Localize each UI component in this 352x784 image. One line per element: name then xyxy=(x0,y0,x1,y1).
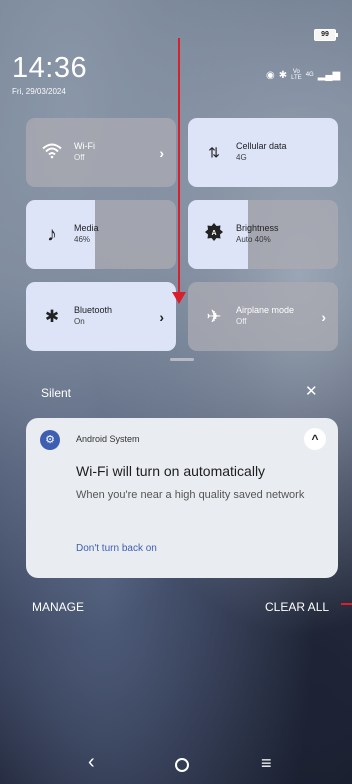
chevron-right-icon[interactable]: › xyxy=(321,309,326,325)
tile-cellular-label: Cellular data xyxy=(236,141,287,151)
tile-wifi-status: Off xyxy=(74,153,85,162)
home-button[interactable] xyxy=(175,758,189,772)
annotation-mark xyxy=(341,603,352,605)
tile-media-volume[interactable]: ♪ Media 46% xyxy=(26,200,176,269)
tile-cellular-status: 4G xyxy=(236,153,247,162)
tile-airplane-status: Off xyxy=(236,317,247,326)
chevron-up-icon: ^ xyxy=(311,432,319,446)
notification-body: When you're near a high quality saved ne… xyxy=(76,489,305,501)
volte-icon: Vo LTE xyxy=(291,69,302,81)
brightness-icon: A xyxy=(202,222,226,247)
wifi-icon xyxy=(40,141,64,164)
tile-airplane-label: Airplane mode xyxy=(236,305,295,315)
tile-bluetooth-status: On xyxy=(74,317,85,326)
tile-media-level: 46% xyxy=(74,235,91,244)
airplane-icon: ✈ xyxy=(206,306,222,326)
annotation-arrowhead xyxy=(172,292,186,304)
drag-handle[interactable] xyxy=(170,358,194,361)
nfc-icon: ◉ xyxy=(266,69,275,81)
tile-wifi-label: Wi-Fi xyxy=(74,141,95,151)
close-icon[interactable]: ✕ xyxy=(305,382,318,400)
chevron-right-icon[interactable]: › xyxy=(159,145,164,161)
notification-title: Wi-Fi will turn on automatically xyxy=(76,463,266,479)
dont-turn-back-on-button[interactable]: Don't turn back on xyxy=(76,543,157,554)
recents-button[interactable]: ≡ xyxy=(261,753,272,774)
battery-indicator: 99 xyxy=(314,29,338,41)
section-title-silent: Silent xyxy=(41,386,72,400)
collapse-button[interactable]: ^ xyxy=(304,428,326,450)
bluetooth-icon: ✱ xyxy=(278,69,288,81)
clock-time: 14:36 xyxy=(12,52,88,84)
4g-icon: 4G xyxy=(305,72,314,78)
tile-brightness[interactable]: A Brightness Auto 40% xyxy=(188,200,338,269)
tile-bluetooth[interactable]: ✱ Bluetooth On › xyxy=(26,282,176,351)
tile-brightness-label: Brightness xyxy=(236,223,279,233)
notification-card[interactable]: ⚙ Android System ^ Wi-Fi will turn on au… xyxy=(26,418,338,578)
tile-bluetooth-label: Bluetooth xyxy=(74,305,113,315)
manage-button[interactable]: MANAGE xyxy=(32,600,84,614)
clear-all-button[interactable]: CLEAR ALL xyxy=(265,600,329,614)
tile-cellular-data[interactable]: ⇅ Cellular data 4G xyxy=(188,118,338,187)
bluetooth-icon: ✱ xyxy=(44,306,60,326)
chevron-right-icon[interactable]: › xyxy=(159,309,164,325)
notification-app-name: Android System xyxy=(76,434,140,444)
tile-airplane-mode[interactable]: ✈ Airplane mode Off › xyxy=(188,282,338,351)
back-button[interactable]: ‹ xyxy=(88,751,95,774)
android-system-icon: ⚙ xyxy=(40,430,60,450)
music-note-icon: ♪ xyxy=(47,223,57,245)
tile-media-label: Media xyxy=(74,223,99,233)
tile-brightness-level: Auto 40% xyxy=(236,235,271,244)
tile-wifi[interactable]: Wi-Fi Off › xyxy=(26,118,176,187)
svg-text:A: A xyxy=(211,230,216,237)
signal-icon: ▂▄▆ xyxy=(317,69,341,81)
annotation-arrow-line xyxy=(178,38,180,298)
clock-date: Fri, 29/03/2024 xyxy=(12,87,66,96)
status-icons: ◉ ✱ Vo LTE 4G ▂▄▆ xyxy=(266,69,340,81)
cellular-data-icon: ⇅ xyxy=(208,144,220,160)
